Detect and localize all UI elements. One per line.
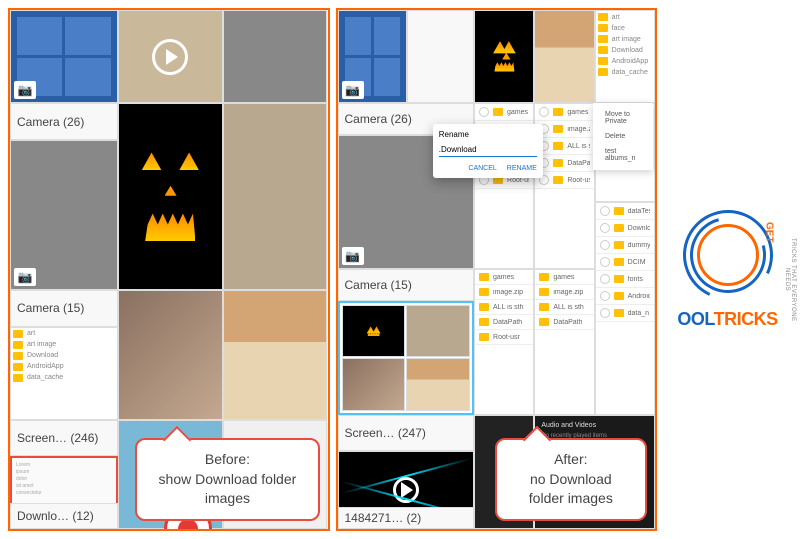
panel-before: 📷 Camera (26) 📷 Camera (15) art art imag… [8,8,330,531]
file-row[interactable]: Download [596,220,654,237]
folder-download-label[interactable]: Downlo… (12) [10,503,118,529]
panel-after: 📷 art face art image Download AndroidApp… [336,8,658,531]
folder-label[interactable]: Camera (26) [10,103,118,139]
play-icon [152,39,188,75]
rename-button[interactable]: RENAME [507,165,537,172]
file-list[interactable]: dataTest Download dummy_usr DCIM fonts A… [595,202,655,415]
file-list[interactable]: games image.zip ALL is sth DataPath Root… [474,269,534,414]
camera-icon: 📷 [14,81,36,99]
file-row[interactable]: DCIM [596,254,654,271]
thumb-gray2[interactable]: 📷 [10,140,118,291]
camera-icon: 📷 [342,81,364,99]
menu-item[interactable]: Move to Private [597,107,649,129]
file-row[interactable]: fonts [596,271,654,288]
thumb-white[interactable] [407,10,474,103]
dialog-title: Rename [439,130,537,139]
rename-input[interactable] [439,143,537,157]
thumb-bluescreen[interactable]: 📷 [338,10,408,103]
folder-label[interactable]: Screen… (246) [10,420,118,456]
camera-icon: 📷 [342,247,364,265]
menu-item[interactable]: Delete [597,129,649,144]
file-list[interactable]: games image.zip ALL is sth DataPath Root… [534,103,594,269]
file-row[interactable]: data_n [596,305,654,322]
thumb-dog[interactable] [534,10,594,103]
file-row[interactable]: games [535,104,593,121]
context-menu: Move to Private Delete test albums_n [593,103,653,170]
folder-label[interactable]: 1484271… (2) [338,507,475,529]
thumb-pumpkin[interactable] [474,10,534,103]
file-row[interactable]: ALL is sth [535,138,593,155]
logo: GET OOLTRICKS TRICKS THAT EVERYONE NEEDS [665,210,790,330]
thumb-baby[interactable] [118,290,223,420]
thumb-folderlist[interactable]: art face art image Download AndroidApp d… [595,10,655,103]
thumb-folderlist[interactable]: art art image Download AndroidApp data_c… [10,327,118,420]
thumb-pumpkin[interactable] [118,103,223,290]
file-row[interactable]: games [475,104,533,121]
folder-label[interactable]: Screen… (247) [338,415,475,451]
thumb-collage-highlighted[interactable] [338,301,475,415]
play-icon [393,477,419,503]
rename-dialog: Rename CANCEL RENAME [433,124,543,178]
menu-item[interactable]: test albums_n [597,144,649,166]
thumb-gray[interactable] [223,10,328,103]
balloon-before: Before: show Download folder images [135,438,319,521]
folder-label[interactable]: Camera (15) [338,269,475,300]
file-list[interactable]: games image.zip ALL is sth DataPath [534,269,594,414]
cancel-button[interactable]: CANCEL [468,165,496,172]
camera-icon: 📷 [14,268,36,286]
balloon-after: After: no Download folder images [495,438,647,521]
file-row[interactable]: DataPath [535,155,593,172]
thumb-dog[interactable] [223,290,328,420]
file-row[interactable]: image.zip [535,121,593,138]
thumb-tan[interactable] [223,103,328,290]
folder-label[interactable]: Camera (15) [10,290,118,326]
file-row[interactable]: dataTest [596,203,654,220]
thumb-video[interactable] [118,10,223,103]
file-row[interactable]: Root-usr [535,172,593,189]
file-row[interactable]: Android_social [596,288,654,305]
file-row[interactable]: dummy_usr [596,237,654,254]
thumb-bluescreen[interactable]: 📷 [10,10,118,103]
